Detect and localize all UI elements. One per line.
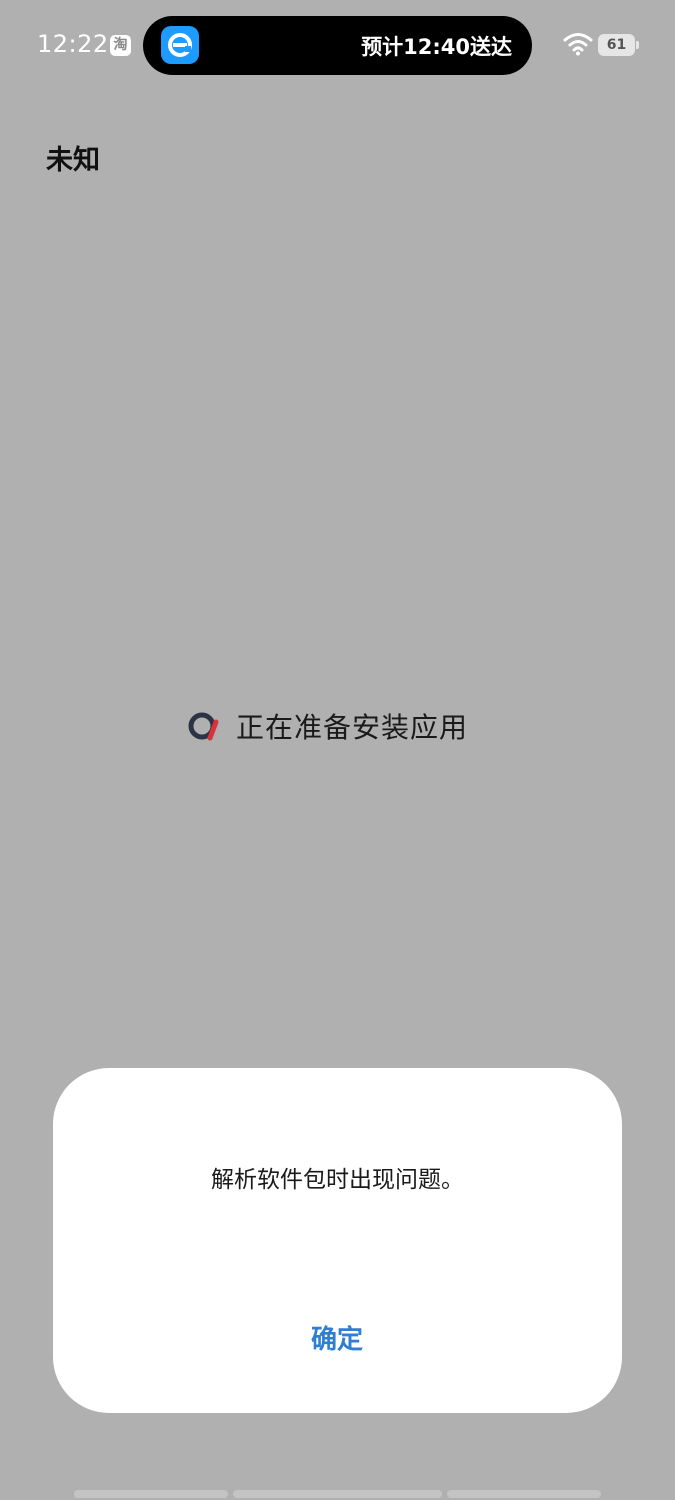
live-activity-text: 预计12:40送达	[361, 35, 512, 59]
battery-level: 61	[606, 37, 627, 53]
page-title: 未知	[46, 145, 100, 176]
taobao-notification-icon: 淘	[110, 35, 131, 56]
install-status: 正在准备安装应用	[186, 704, 468, 748]
gesture-hint-bar	[74, 1490, 228, 1498]
status-bar: 12:22 淘 预计12:40送达 61	[0, 0, 675, 90]
status-time: 12:22	[37, 30, 109, 58]
error-dialog: 解析软件包时出现问题。 确定	[53, 1068, 622, 1413]
battery-tip	[636, 41, 639, 49]
battery-icon: 61	[598, 34, 639, 56]
gesture-hint-bar	[447, 1490, 601, 1498]
confirm-button[interactable]: 确定	[287, 1318, 387, 1362]
install-status-text: 正在准备安装应用	[236, 711, 469, 744]
spinner-icon	[186, 708, 222, 744]
live-activity-pill[interactable]: 预计12:40送达	[143, 16, 532, 75]
dialog-message: 解析软件包时出现问题。	[211, 1167, 464, 1193]
wifi-icon	[563, 32, 593, 56]
gesture-hint-bar	[233, 1490, 442, 1498]
eleme-icon	[161, 26, 199, 64]
